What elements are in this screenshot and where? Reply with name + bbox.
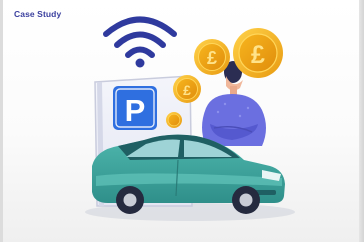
car-illustration — [92, 134, 285, 214]
smart-parking-illustration: P £ £ £ — [85, 16, 295, 221]
coin-tiny — [166, 112, 182, 128]
coin-large: £ — [233, 28, 283, 78]
parking-sign-icon: P — [113, 86, 157, 130]
coin-large-symbol: £ — [251, 41, 265, 69]
wifi-icon — [103, 16, 177, 68]
parking-sign-letter: P — [125, 93, 146, 128]
coin-small-symbol: £ — [183, 82, 191, 98]
coin-medium: £ — [194, 39, 230, 75]
case-study-slide: Case Study P £ £ £ — [0, 0, 364, 242]
coin-medium-symbol: £ — [207, 48, 217, 68]
coin-small: £ — [173, 75, 201, 103]
